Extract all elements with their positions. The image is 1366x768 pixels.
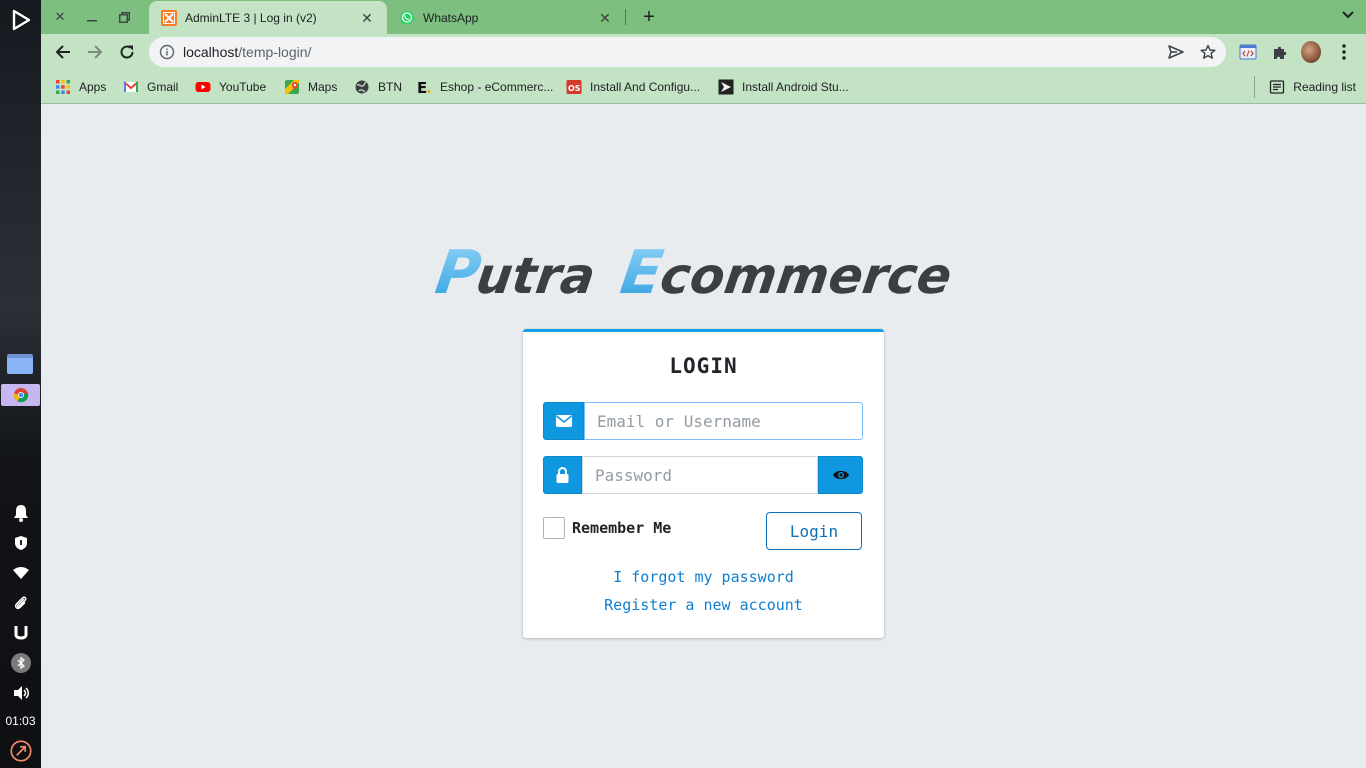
profile-avatar[interactable] <box>1301 41 1321 63</box>
brand-word-utra: utra <box>473 246 599 304</box>
toggle-password-eye-icon[interactable] <box>818 456 863 494</box>
bookmark-label: BTN <box>378 80 402 94</box>
remember-me[interactable]: Remember Me <box>543 517 671 539</box>
os-shelf: 01:03 <box>0 0 41 768</box>
bookmark-label: Apps <box>79 80 107 94</box>
site-info-icon[interactable] <box>159 44 175 60</box>
tab-search-icon[interactable] <box>1342 8 1354 22</box>
tab-whatsapp[interactable]: WhatsApp ✕ <box>387 1 625 34</box>
eshop-e-icon: E <box>417 79 431 95</box>
login-heading: LOGIN <box>669 354 738 378</box>
brand-logo: P utra E commerce <box>431 240 955 304</box>
globe-icon <box>355 80 369 94</box>
status-tray[interactable]: 01:03 <box>0 498 41 768</box>
gmail-icon <box>123 81 139 92</box>
system-clock[interactable]: 01:03 <box>5 714 35 728</box>
forward-icon[interactable] <box>84 41 106 63</box>
android-studio-icon <box>718 79 734 95</box>
reading-list-button[interactable]: Reading list <box>1269 77 1356 97</box>
register-account-link[interactable]: Register a new account <box>523 596 884 614</box>
bookmark-install-android[interactable]: Install Android Stu... <box>718 77 849 97</box>
account-status-icon[interactable] <box>9 740 32 762</box>
tab-close-icon[interactable]: ✕ <box>359 10 375 26</box>
email-username-input[interactable] <box>584 402 863 440</box>
bookmark-install-configure[interactable]: OS Install And Configu... <box>566 77 700 97</box>
bluetooth-icon[interactable] <box>10 652 32 674</box>
tab-adminlte-login[interactable]: AdminLTE 3 | Log in (v2) ✕ <box>149 1 387 34</box>
bookmark-label: Maps <box>308 80 338 94</box>
files-app-icon[interactable] <box>7 354 33 374</box>
privacy-shield-icon <box>10 532 32 554</box>
login-card: LOGIN Remember Me Login I forgot my pass… <box>523 329 884 638</box>
devtools-extension-icon[interactable] <box>1238 42 1258 62</box>
chrome-app-icon[interactable] <box>1 384 40 406</box>
volume-icon[interactable] <box>10 682 32 704</box>
new-tab-icon[interactable]: + <box>639 7 659 27</box>
svg-text:E: E <box>417 79 427 95</box>
window-minimize-icon[interactable] <box>83 8 101 26</box>
remember-me-checkbox[interactable] <box>543 517 565 539</box>
bookmark-label: Gmail <box>147 80 179 94</box>
window-close-icon[interactable]: ✕ <box>51 8 69 26</box>
url-path: /temp-login/ <box>238 44 312 60</box>
lock-icon <box>543 456 582 494</box>
bookmark-maps[interactable]: Maps <box>284 77 337 97</box>
bookmark-youtube[interactable]: YouTube <box>195 77 266 97</box>
brand-word-commerce: commerce <box>657 246 955 304</box>
forgot-password-link[interactable]: I forgot my password <box>523 568 884 586</box>
password-input[interactable] <box>582 456 818 494</box>
svg-text:OS: OS <box>568 84 581 93</box>
email-input-group <box>543 402 863 440</box>
whatsapp-favicon-icon <box>400 10 414 25</box>
browser-window: ✕ AdminLTE 3 | Log in (v2) ✕ WhatsApp ✕ … <box>41 0 1366 104</box>
bookmark-label: Install Android Stu... <box>742 80 849 94</box>
password-input-group <box>543 456 863 494</box>
os-red-icon: OS <box>566 80 582 94</box>
url-text: localhost/temp-login/ <box>183 44 311 60</box>
bookmark-gmail[interactable]: Gmail <box>123 77 178 97</box>
bookmarks-bar: Apps Gmail YouTube Maps BTN E Eshop - eC… <box>41 70 1366 104</box>
bookmark-label: YouTube <box>219 80 267 94</box>
bookmark-label: Install And Configu... <box>590 80 701 94</box>
bookmark-star-icon[interactable] <box>1200 44 1216 60</box>
page-content: P utra E commerce LOGIN Remember Me <box>41 104 1366 768</box>
send-tab-icon[interactable] <box>1168 44 1184 60</box>
browser-menu-icon[interactable] <box>1334 42 1354 62</box>
address-bar[interactable]: localhost/temp-login/ <box>149 37 1226 67</box>
notification-bell-icon[interactable] <box>10 502 32 524</box>
tab-strip: ✕ AdminLTE 3 | Log in (v2) ✕ WhatsApp ✕ … <box>41 0 1366 34</box>
bookmark-btn[interactable]: BTN <box>354 77 402 97</box>
u-app-icon <box>10 622 32 644</box>
bookmark-apps[interactable]: Apps <box>55 77 106 97</box>
browser-toolbar: localhost/temp-login/ <box>41 34 1366 70</box>
paperclip-icon <box>10 592 32 614</box>
tab-title: WhatsApp <box>423 10 479 25</box>
login-button[interactable]: Login <box>766 512 862 550</box>
reading-list-label: Reading list <box>1293 80 1356 94</box>
reading-list-icon <box>1270 80 1285 94</box>
url-host: localhost <box>183 44 239 60</box>
envelope-icon <box>543 402 584 440</box>
apps-grid-icon <box>56 80 70 94</box>
bookmark-eshop[interactable]: E Eshop - eCommerc... <box>416 77 553 97</box>
back-icon[interactable] <box>52 41 74 63</box>
reload-icon[interactable] <box>116 41 138 63</box>
maps-icon <box>285 80 299 94</box>
tab-title: AdminLTE 3 | Log in (v2) <box>185 10 317 25</box>
xampp-favicon-icon <box>161 9 177 26</box>
youtube-icon <box>195 82 211 92</box>
tab-close-icon[interactable]: ✕ <box>597 10 613 26</box>
wifi-icon <box>10 562 32 584</box>
tab-separator <box>625 9 626 25</box>
extensions-puzzle-icon[interactable] <box>1270 42 1290 62</box>
window-restore-icon[interactable] <box>115 8 133 26</box>
bookmark-label: Eshop - eCommerc... <box>440 80 554 94</box>
bookmarks-divider <box>1254 76 1255 98</box>
remember-me-label[interactable]: Remember Me <box>572 519 671 537</box>
launcher-icon[interactable] <box>9 8 33 32</box>
